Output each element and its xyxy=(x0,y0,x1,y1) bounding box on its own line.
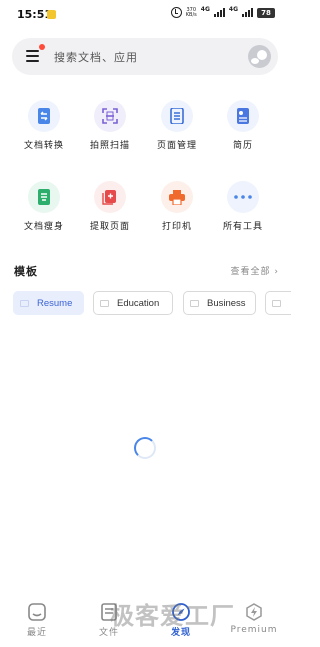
page-manage-icon xyxy=(161,100,193,132)
chip-more[interactable] xyxy=(265,291,291,315)
tool-scan[interactable]: 拍照扫描 xyxy=(78,100,142,151)
template-icon xyxy=(190,299,199,307)
chip-business[interactable]: Business xyxy=(183,291,256,315)
menu-icon[interactable] xyxy=(26,49,42,63)
templates-title: 模板 xyxy=(14,265,38,278)
printer-icon xyxy=(161,181,193,213)
premium-icon xyxy=(245,603,263,621)
resume-icon xyxy=(227,100,259,132)
tool-label: 简历 xyxy=(232,141,253,151)
search-placeholder[interactable]: 搜索文档、应用 xyxy=(54,49,138,65)
tool-label: 页面管理 xyxy=(156,141,197,151)
chip-label: Education xyxy=(117,297,160,309)
tab-recent[interactable]: 最近 xyxy=(2,603,72,638)
status-bar: 15:51 370 KB/s 4G 4G 78 xyxy=(0,0,291,30)
scan-icon xyxy=(94,100,126,132)
signal-icon xyxy=(213,8,225,17)
tool-label: 提取页面 xyxy=(89,222,130,232)
tool-doc-convert[interactable]: 文档转换 xyxy=(12,100,76,151)
template-icon xyxy=(20,299,29,307)
chip-resume[interactable]: Resume xyxy=(13,291,84,315)
tool-doc-slim[interactable]: 文档瘦身 xyxy=(12,181,76,232)
tool-label: 文档转换 xyxy=(23,141,64,151)
search-bar[interactable]: 搜索文档、应用 xyxy=(12,38,278,75)
template-icon xyxy=(272,299,281,307)
tool-label: 文档瘦身 xyxy=(23,222,64,232)
doc-slim-icon xyxy=(28,181,60,213)
tool-all-tools[interactable]: 所有工具 xyxy=(211,181,275,232)
status-icons: 370 KB/s 4G 4G 78 xyxy=(170,6,275,18)
net-speed-unit: KB/s xyxy=(185,11,197,18)
tab-label: 最近 xyxy=(26,628,47,638)
doc-convert-icon xyxy=(28,100,60,132)
net-speed: 370 KB/s xyxy=(185,7,197,18)
tool-resume[interactable]: 简历 xyxy=(211,100,275,151)
view-all-link[interactable]: 查看全部 › xyxy=(231,264,279,277)
notification-dot xyxy=(39,44,45,50)
alarm-icon xyxy=(170,7,182,18)
template-icon xyxy=(100,299,109,307)
signal-icon-2 xyxy=(242,8,253,17)
tool-extract-page[interactable]: 提取页面 xyxy=(78,181,142,232)
watermark: 极客爱工厂 xyxy=(110,602,235,630)
tool-label: 所有工具 xyxy=(222,222,263,232)
chip-education[interactable]: Education xyxy=(93,291,173,315)
notification-icon xyxy=(47,10,56,19)
chip-label: Business xyxy=(207,297,246,309)
extract-page-icon xyxy=(94,181,126,213)
tool-label: 打印机 xyxy=(161,222,192,232)
chip-label: Resume xyxy=(37,297,73,309)
tool-label: 拍照扫描 xyxy=(89,141,130,151)
tool-printer[interactable]: 打印机 xyxy=(145,181,209,232)
tool-page-manage[interactable]: 页面管理 xyxy=(145,100,209,151)
more-dots-icon xyxy=(227,181,259,213)
recent-icon xyxy=(28,603,46,621)
loading-spinner-icon xyxy=(134,437,156,459)
avatar-icon[interactable] xyxy=(248,45,271,68)
template-category-chips: Resume Education Business xyxy=(13,291,291,315)
battery-icon: 78 xyxy=(257,7,275,18)
network-type-2: 4G xyxy=(228,6,238,13)
network-type: 4G xyxy=(200,6,210,13)
